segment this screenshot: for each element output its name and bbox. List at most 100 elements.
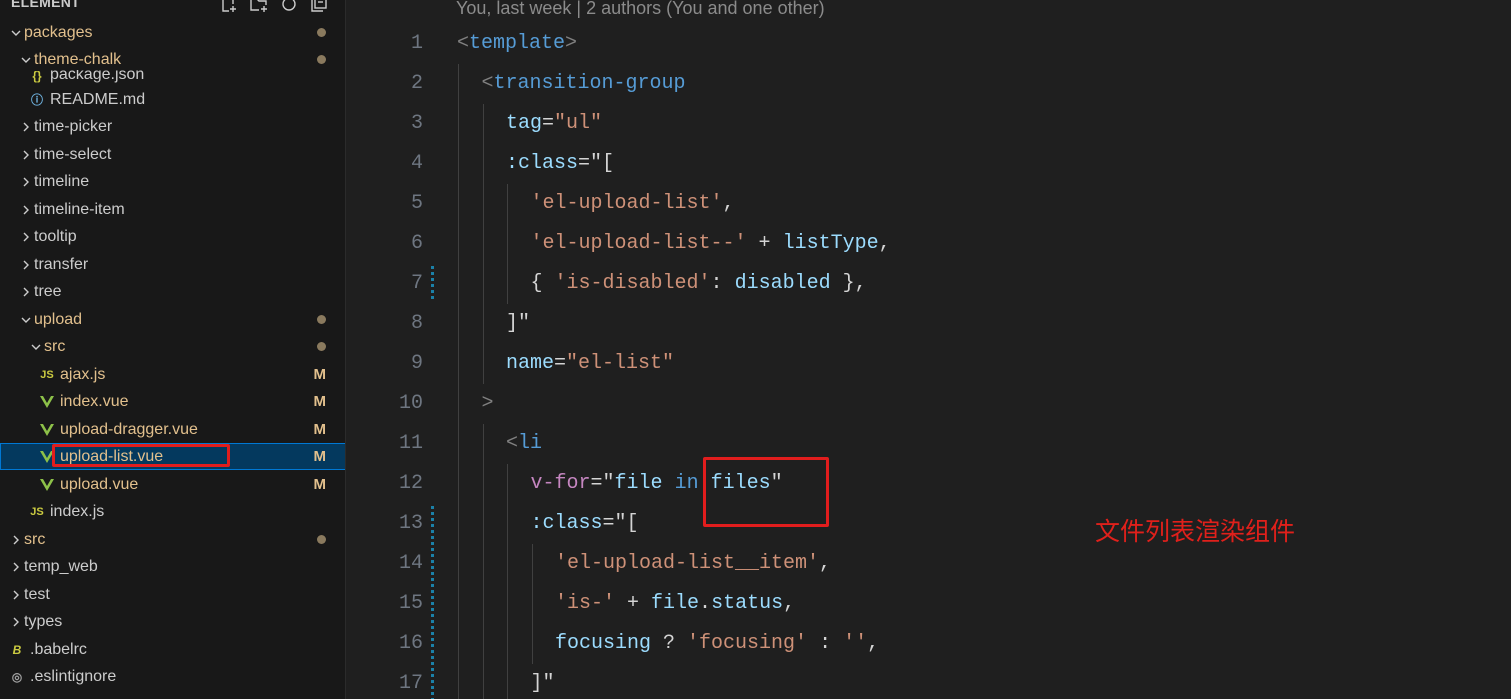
indent-guide: [482, 584, 484, 624]
code-line[interactable]: 14 'el-upload-list__item',: [347, 544, 1511, 584]
code-text: { 'is-disabled': disabled },: [530, 272, 867, 295]
code-line[interactable]: 9 name="el-list": [347, 344, 1511, 384]
tree-item-theme-chalk[interactable]: theme-chalk: [0, 46, 345, 73]
indent-guide: [482, 344, 484, 384]
code-text: <template>: [457, 32, 578, 55]
code-line[interactable]: 10 >: [347, 384, 1511, 424]
explorer-actions: [220, 0, 328, 13]
git-gutter-modified[interactable]: [431, 506, 434, 699]
javascript-file-icon: JS: [30, 505, 44, 518]
indent-guide: [458, 184, 459, 224]
code-text: 'is-' + file.status,: [555, 592, 796, 615]
code-line[interactable]: 13:class="[: [347, 504, 1511, 544]
line-number: 8: [410, 312, 423, 335]
collapse-all-icon[interactable]: [310, 0, 328, 13]
explorer-sidebar: ELEMENT packages theme-chalk {} package.jso…: [0, 0, 346, 699]
code-line[interactable]: 3 tag="ul": [347, 104, 1511, 144]
tree-item-label: types: [24, 612, 63, 630]
code-line[interactable]: 7 { 'is-disabled': disabled },: [347, 264, 1511, 304]
code-editor[interactable]: You, last week | 2 authors (You and one …: [347, 0, 1511, 699]
tree-item-label: timeline-item: [34, 200, 125, 218]
info-file-icon: ⓘ: [30, 93, 43, 107]
indent-guide: [482, 504, 484, 544]
code-line[interactable]: 1 <template>: [347, 24, 1511, 64]
code-text: 'el-upload-list',: [530, 192, 735, 215]
tree-item-tooltip[interactable]: tooltip: [0, 223, 345, 250]
new-folder-icon[interactable]: [250, 0, 268, 13]
tree-item-label: transfer: [34, 255, 89, 273]
tree-item-time-picker[interactable]: time-picker: [0, 113, 345, 140]
code-line[interactable]: 6 'el-upload-list--' + listType,: [347, 224, 1511, 264]
tree-item-label: temp_web: [24, 557, 98, 575]
tree-item-timeline-item[interactable]: timeline-item: [0, 196, 345, 223]
indent-guide: [531, 624, 533, 664]
json-file-icon: {}: [32, 70, 42, 83]
tree-item-types[interactable]: types: [0, 608, 345, 635]
code-line[interactable]: 16 focusing ? 'focusing' : '',: [347, 624, 1511, 664]
tree-item-upload-vue[interactable]: upload.vue M: [0, 471, 345, 498]
tree-item-label: ajax.js: [60, 365, 106, 383]
git-modified-badge: M: [313, 421, 327, 438]
tree-item-upload[interactable]: upload: [0, 306, 345, 333]
modified-dot: [317, 315, 326, 324]
code-line[interactable]: 4:class="[: [347, 144, 1511, 184]
tree-item-temp-web[interactable]: temp_web: [0, 553, 345, 580]
line-number: 1: [410, 32, 423, 55]
code-line[interactable]: 11 <li: [347, 424, 1511, 464]
tree-item-readme-md[interactable]: ⓘ README.md: [0, 86, 345, 113]
code-line[interactable]: 2 <transition-group: [347, 64, 1511, 104]
tree-item-tree[interactable]: tree: [0, 278, 345, 305]
indent-guide: [507, 224, 508, 264]
tree-item-src[interactable]: src: [0, 526, 345, 553]
tree-item-packages[interactable]: packages: [0, 19, 345, 46]
code-line[interactable]: 5 'el-upload-list',: [347, 184, 1511, 224]
git-blame-codelens[interactable]: You, last week | 2 authors (You and one …: [456, 0, 825, 19]
code-text: :class="[: [506, 152, 615, 175]
tree-item-src[interactable]: src: [0, 333, 345, 360]
annotation-text: 文件列表渲染组件: [1095, 517, 1296, 546]
refresh-icon[interactable]: [280, 0, 298, 13]
tree-item-label: README.md: [50, 90, 146, 108]
git-gutter-modified[interactable]: [431, 266, 434, 302]
chevron-down-icon: [28, 339, 44, 355]
code-line[interactable]: 8]": [347, 304, 1511, 344]
tree-item-label: upload.vue: [60, 475, 139, 493]
code-text: <li: [506, 432, 543, 455]
indent-guide: [507, 464, 508, 504]
indent-guide: [458, 664, 459, 699]
babel-file-icon: B: [12, 642, 22, 657]
line-number: 7: [410, 272, 423, 295]
tree-item-eslintignore[interactable]: ◎ .eslintignore: [0, 663, 345, 690]
chevron-right-icon: [8, 559, 24, 575]
tree-item-babelrc[interactable]: B .babelrc: [0, 636, 345, 663]
chevron-right-icon: [18, 174, 34, 190]
tree-item-label: .eslintignore: [30, 667, 117, 685]
indent-guide: [482, 264, 484, 304]
tree-item-index-vue[interactable]: index.vue M: [0, 388, 345, 415]
indent-guide: [482, 544, 484, 584]
line-number: 5: [410, 192, 423, 215]
line-number: 2: [410, 72, 423, 95]
chevron-right-icon: [18, 119, 34, 135]
line-number: 9: [410, 352, 423, 375]
code-text: <transition-group: [481, 72, 686, 95]
code-text: tag="ul": [506, 112, 603, 135]
tree-item-upload-dragger-vue[interactable]: upload-dragger.vue M: [0, 416, 345, 443]
new-file-icon[interactable]: [220, 0, 238, 13]
code-line[interactable]: 12 v-for="file in files": [347, 464, 1511, 504]
tree-item-package-json[interactable]: {} package.json: [0, 70, 345, 84]
tree-item-time-select[interactable]: time-select: [0, 141, 345, 168]
tree-item-test[interactable]: test: [0, 581, 345, 608]
tree-item-ajax-js[interactable]: JS ajax.js M: [0, 361, 345, 388]
tree-item-index-js[interactable]: JS index.js: [0, 498, 345, 525]
modified-dot: [317, 28, 326, 37]
code-line[interactable]: 17]": [347, 664, 1511, 699]
chevron-right-icon: [8, 532, 24, 548]
tree-item-timeline[interactable]: timeline: [0, 168, 345, 195]
eslint-file-icon: ◎: [11, 669, 23, 684]
tree-item-transfer[interactable]: transfer: [0, 251, 345, 278]
tree-item-label: tooltip: [34, 227, 77, 245]
indent-guide: [482, 464, 484, 504]
code-line[interactable]: 15 'is-' + file.status,: [347, 584, 1511, 624]
tree-item-label: src: [24, 530, 46, 548]
